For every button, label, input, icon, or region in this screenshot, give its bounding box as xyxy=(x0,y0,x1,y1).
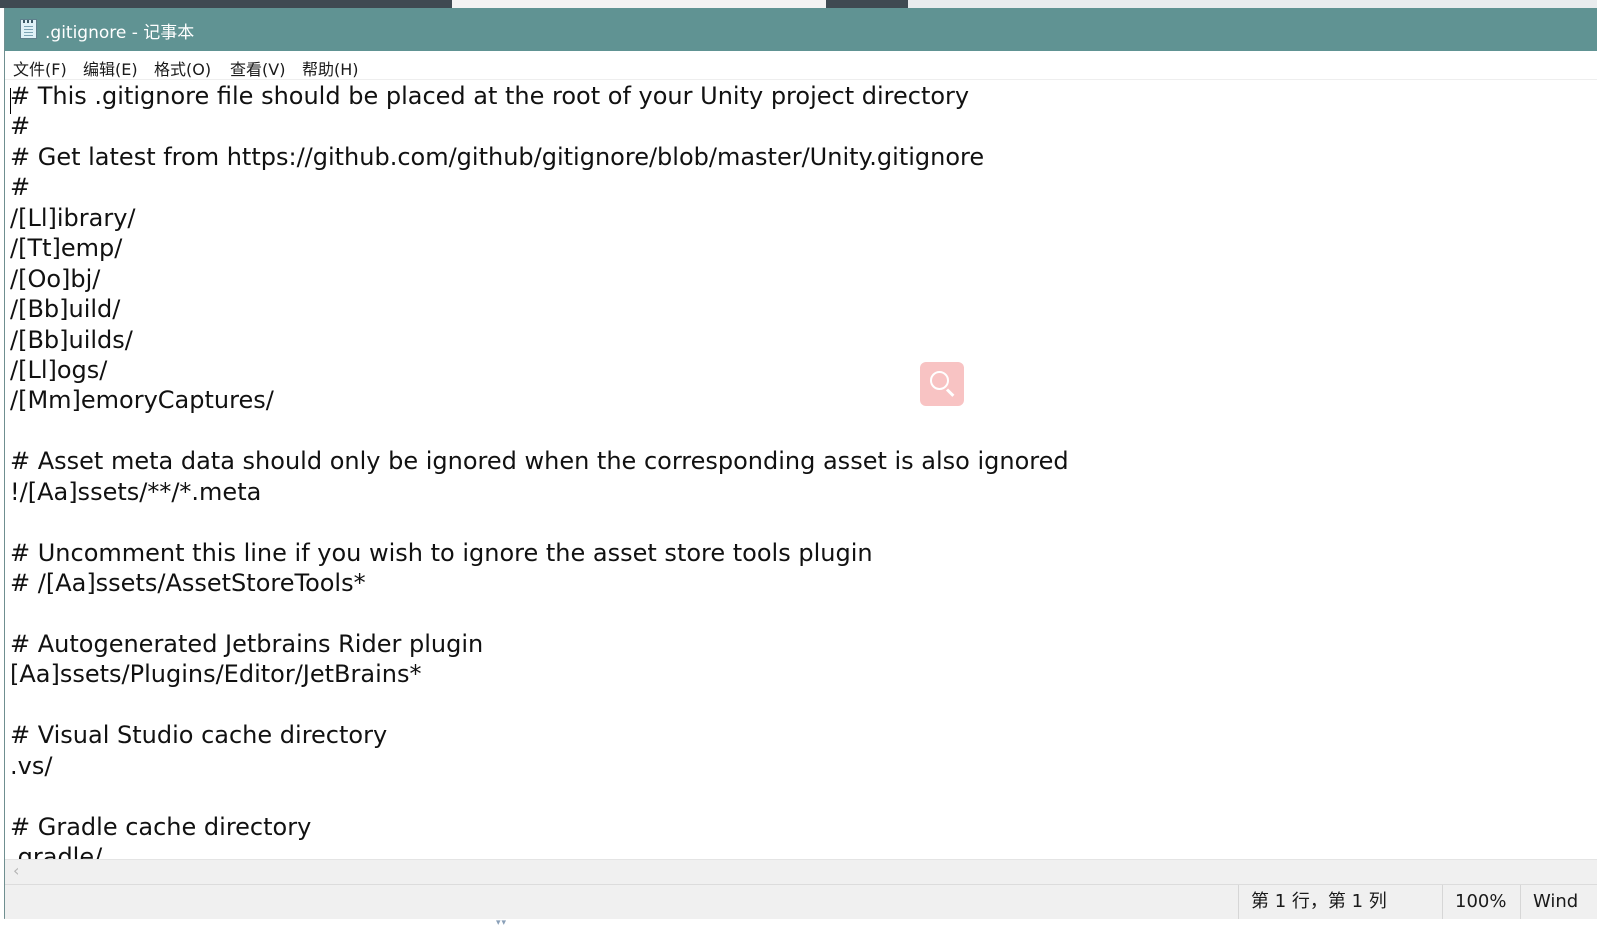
text-line xyxy=(10,598,1069,628)
title-bar[interactable]: .gitignore - 记事本 xyxy=(5,8,1597,51)
menu-format[interactable]: 格式(O) xyxy=(154,56,211,80)
text-line: /[Bb]uild/ xyxy=(10,295,121,324)
status-line-ending: Wind xyxy=(1520,885,1597,919)
text-line xyxy=(10,507,1069,537)
search-icon-handle xyxy=(945,388,955,397)
window-title: .gitignore - 记事本 xyxy=(45,23,195,43)
text-line: !/[Aa]ssets/**/*.meta xyxy=(10,477,262,506)
text-line: # Asset meta data should only be ignored… xyxy=(10,447,1069,476)
menu-edit[interactable]: 编辑(E) xyxy=(83,56,138,80)
text-line: # Autogenerated Jetbrains Rider plugin xyxy=(10,629,484,658)
text-line: /[Mm]emoryCaptures/ xyxy=(10,386,274,415)
floating-search-button[interactable] xyxy=(920,362,964,406)
text-line: [Aa]ssets/Plugins/Editor/JetBrains* xyxy=(10,660,422,689)
text-line xyxy=(10,781,1069,811)
text-line: # xyxy=(10,112,31,141)
text-line xyxy=(10,416,1069,446)
text-line: /[Bb]uilds/ xyxy=(10,325,133,354)
notepad-icon xyxy=(20,19,37,39)
horizontal-scrollbar[interactable]: ‹ xyxy=(5,859,1597,884)
menu-bar: 文件(F) 编辑(E) 格式(O) 查看(V) 帮助(H) xyxy=(5,51,1597,80)
text-line: .gradle/ xyxy=(10,842,103,859)
status-cursor-position: 第 1 行，第 1 列 xyxy=(1238,885,1442,919)
menu-file[interactable]: 文件(F) xyxy=(13,56,67,80)
background-window-edge xyxy=(826,0,908,8)
text-line: /[Oo]bj/ xyxy=(10,264,101,293)
search-icon xyxy=(930,371,949,390)
text-line: /[Ll]ibrary/ xyxy=(10,203,136,232)
text-line: # Uncomment this line if you wish to ign… xyxy=(10,538,873,567)
status-zoom-level: 100% xyxy=(1442,885,1520,919)
status-bar: 第 1 行，第 1 列 100% Wind xyxy=(5,884,1597,919)
background-window-edge xyxy=(0,0,452,8)
menu-view[interactable]: 查看(V) xyxy=(230,56,285,80)
text-line: /[Ll]ogs/ xyxy=(10,355,108,384)
text-caret xyxy=(10,88,11,114)
text-editor-area[interactable]: # This .gitignore file should be placed … xyxy=(5,80,1597,859)
scroll-left-arrow-icon[interactable]: ‹ xyxy=(13,861,19,880)
text-line: # xyxy=(10,173,31,202)
text-line: .vs/ xyxy=(10,751,53,780)
background-window-edge xyxy=(452,0,826,8)
text-line: # Visual Studio cache directory xyxy=(10,721,388,750)
text-line xyxy=(10,690,1069,720)
text-line: # Gradle cache directory xyxy=(10,812,312,841)
text-line: /[Tt]emp/ xyxy=(10,234,123,263)
menu-help[interactable]: 帮助(H) xyxy=(302,56,359,80)
notepad-window: .gitignore - 记事本 文件(F) 编辑(E) 格式(O) 查看(V)… xyxy=(4,8,1597,919)
text-line: # /[Aa]ssets/AssetStoreTools* xyxy=(10,569,366,597)
text-line: # This .gitignore file should be placed … xyxy=(10,82,970,110)
resize-grip-icon[interactable]: ▾▾ xyxy=(496,918,507,928)
background-taskbar-strip xyxy=(0,0,1597,8)
text-lines: # This .gitignore file should be placed … xyxy=(10,81,1069,859)
text-line: # Get latest from https://github.com/git… xyxy=(10,142,985,171)
